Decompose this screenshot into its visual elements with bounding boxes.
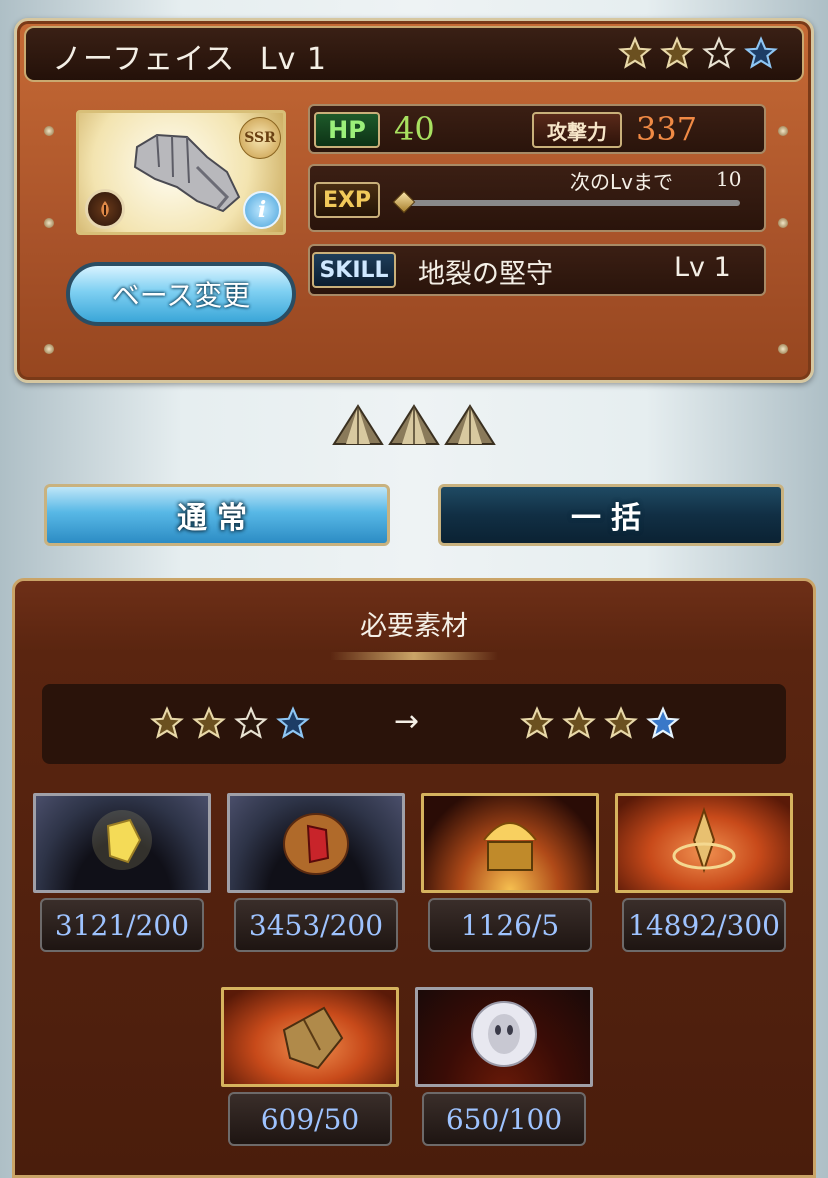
- tab-normal[interactable]: 通常: [44, 484, 390, 546]
- star-blue-filled-icon: [646, 706, 680, 739]
- material-count-1: 3121/200: [40, 898, 204, 952]
- material-count-5: 609/50: [228, 1092, 392, 1146]
- rivet-decoration: [44, 344, 54, 354]
- hp-label: HP: [314, 112, 380, 148]
- star-empty-icon: [234, 706, 268, 739]
- weapon-name: ノーフェイス: [52, 42, 236, 77]
- exp-next-label: 次のLvまで: [570, 170, 673, 194]
- star-filled-icon: [150, 706, 184, 739]
- yellow-crystal-icon: [92, 810, 152, 870]
- attack-label: 攻撃力: [532, 112, 622, 148]
- weapon-title: ノーフェイス Lv 1: [52, 34, 327, 78]
- exp-next-value: 10: [716, 167, 742, 191]
- mask-orb-icon: [471, 1001, 537, 1067]
- pyramid-icon: [332, 404, 384, 445]
- material-count-3: 1126/5: [428, 898, 592, 952]
- material-item-3[interactable]: [421, 793, 599, 893]
- golden-sword-icon: [672, 806, 736, 874]
- materials-title: 必要素材: [360, 611, 468, 642]
- title-ornament: [330, 652, 498, 660]
- hp-value: 40: [394, 110, 435, 148]
- pyramid-icon: [444, 404, 496, 445]
- rarity-badge: SSR: [239, 117, 281, 159]
- material-count-2: 3453/200: [234, 898, 398, 952]
- current-stars: [150, 706, 310, 740]
- rivet-decoration: [778, 218, 788, 228]
- golden-chest-icon: [483, 822, 537, 871]
- rock-fragment-icon: [282, 1006, 344, 1070]
- star-filled-icon: [660, 36, 694, 69]
- base-change-button[interactable]: ベース変更: [66, 262, 296, 326]
- star-blue-icon: [744, 36, 778, 69]
- exp-bar: [404, 200, 740, 206]
- star-empty-icon: [702, 36, 736, 69]
- arrow-right: →: [394, 704, 420, 739]
- star-filled-icon: [192, 706, 226, 739]
- skill-label: SKILL: [312, 252, 396, 288]
- weapon-portrait[interactable]: SSR i: [76, 110, 286, 235]
- material-item-5[interactable]: [221, 987, 399, 1087]
- exp-label: EXP: [314, 182, 380, 218]
- red-crystal-icon: [283, 813, 349, 875]
- rivet-decoration: [44, 126, 54, 136]
- material-count-6: 650/100: [422, 1092, 586, 1146]
- rivet-decoration: [778, 344, 788, 354]
- attack-value: 337: [636, 110, 698, 148]
- material-item-1[interactable]: [33, 793, 211, 893]
- tab-bulk[interactable]: 一括: [438, 484, 784, 546]
- rivet-decoration: [778, 126, 788, 136]
- skill-level: Lv 1: [674, 252, 731, 283]
- material-count-4: 14892/300: [622, 898, 786, 952]
- star-filled-icon: [520, 706, 554, 739]
- pyramid-indicators: [332, 404, 496, 448]
- next-stars: [520, 706, 680, 740]
- skill-name: 地裂の堅守: [418, 259, 553, 290]
- weapon-level: Lv 1: [259, 42, 327, 77]
- material-item-6[interactable]: [415, 987, 593, 1087]
- star-blue-icon: [276, 706, 310, 739]
- pyramid-icon: [388, 404, 440, 445]
- material-item-2[interactable]: [227, 793, 405, 893]
- star-filled-icon: [562, 706, 596, 739]
- info-icon[interactable]: i: [243, 191, 281, 229]
- material-item-4[interactable]: [615, 793, 793, 893]
- uncap-stars: [618, 36, 778, 70]
- star-filled-icon: [618, 36, 652, 69]
- star-filled-icon: [604, 706, 638, 739]
- element-icon: [85, 189, 125, 229]
- rivet-decoration: [44, 218, 54, 228]
